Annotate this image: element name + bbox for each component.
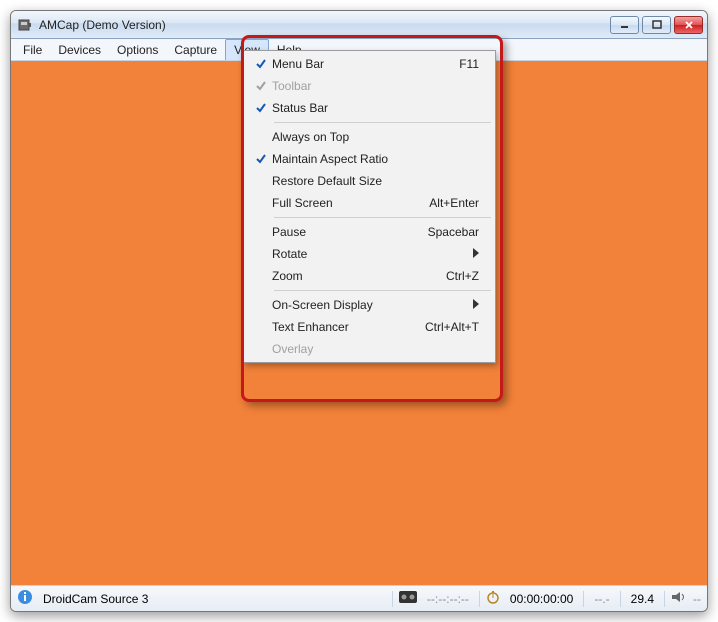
stopwatch-icon — [486, 590, 500, 607]
submenu-arrow-icon — [473, 298, 479, 312]
menu-item-maintain-aspect-ratio[interactable]: Maintain Aspect Ratio — [246, 148, 493, 170]
menu-separator — [274, 122, 491, 123]
menu-item-rotate[interactable]: Rotate — [246, 243, 493, 265]
statusbar: DroidCam Source 3 --:--:--:-- 00:00:00:0… — [11, 585, 707, 611]
minimize-button[interactable] — [610, 16, 639, 34]
menu-item-accelerator: Alt+Enter — [429, 196, 479, 210]
menu-item-label: Status Bar — [272, 101, 479, 115]
menu-item-status-bar[interactable]: Status Bar — [246, 97, 493, 119]
menu-options[interactable]: Options — [109, 39, 166, 60]
menu-item-label: On-Screen Display — [272, 298, 473, 312]
speaker-icon[interactable] — [671, 590, 687, 607]
titlebar[interactable]: AMCap (Demo Version) — [11, 11, 707, 39]
menu-file[interactable]: File — [15, 39, 50, 60]
menu-item-label: Zoom — [272, 269, 446, 283]
menu-capture[interactable]: Capture — [166, 39, 225, 60]
menu-item-overlay: Overlay — [246, 338, 493, 360]
menu-item-always-on-top[interactable]: Always on Top — [246, 126, 493, 148]
menu-item-label: Overlay — [272, 342, 479, 356]
menu-separator — [274, 290, 491, 291]
status-source: DroidCam Source 3 — [39, 592, 386, 606]
status-fps: 29.4 — [627, 592, 658, 606]
menu-item-pause[interactable]: PauseSpacebar — [246, 221, 493, 243]
menu-item-accelerator: F11 — [459, 57, 479, 71]
menu-item-label: Toolbar — [272, 79, 479, 93]
status-clock-time: 00:00:00:00 — [506, 592, 577, 606]
info-icon — [17, 589, 33, 608]
menu-item-label: Restore Default Size — [272, 174, 479, 188]
status-tape-time: --:--:--:-- — [423, 592, 473, 606]
menu-item-text-enhancer[interactable]: Text EnhancerCtrl+Alt+T — [246, 316, 493, 338]
status-dropped: --.- — [590, 592, 613, 606]
checkmark-icon — [250, 58, 272, 70]
window-title: AMCap (Demo Version) — [39, 18, 607, 32]
menu-item-accelerator: Ctrl+Alt+T — [425, 320, 479, 334]
menu-item-on-screen-display[interactable]: On-Screen Display — [246, 294, 493, 316]
menu-item-full-screen[interactable]: Full ScreenAlt+Enter — [246, 192, 493, 214]
tape-icon — [399, 591, 417, 606]
menu-item-accelerator: Ctrl+Z — [446, 269, 479, 283]
menu-item-restore-default-size[interactable]: Restore Default Size — [246, 170, 493, 192]
maximize-button[interactable] — [642, 16, 671, 34]
menu-item-label: Text Enhancer — [272, 320, 425, 334]
menu-item-label: Full Screen — [272, 196, 429, 210]
close-button[interactable] — [674, 16, 703, 34]
app-icon — [17, 17, 33, 33]
menu-item-accelerator: Spacebar — [428, 225, 479, 239]
view-dropdown: Menu BarF11 Toolbar Status Bar Always on To… — [243, 50, 496, 363]
menu-item-label: Rotate — [272, 247, 473, 261]
menu-item-label: Menu Bar — [272, 57, 459, 71]
checkmark-icon — [250, 80, 272, 92]
menu-item-label: Pause — [272, 225, 428, 239]
menu-separator — [274, 217, 491, 218]
checkmark-icon — [250, 102, 272, 114]
menu-item-zoom[interactable]: ZoomCtrl+Z — [246, 265, 493, 287]
menu-item-toolbar: Toolbar — [246, 75, 493, 97]
menu-item-menu-bar[interactable]: Menu BarF11 — [246, 53, 493, 75]
menu-devices[interactable]: Devices — [50, 39, 109, 60]
menu-item-label: Always on Top — [272, 130, 479, 144]
checkmark-icon — [250, 153, 272, 165]
submenu-arrow-icon — [473, 247, 479, 261]
volume-indicator: -- — [693, 592, 701, 606]
menu-item-label: Maintain Aspect Ratio — [272, 152, 479, 166]
